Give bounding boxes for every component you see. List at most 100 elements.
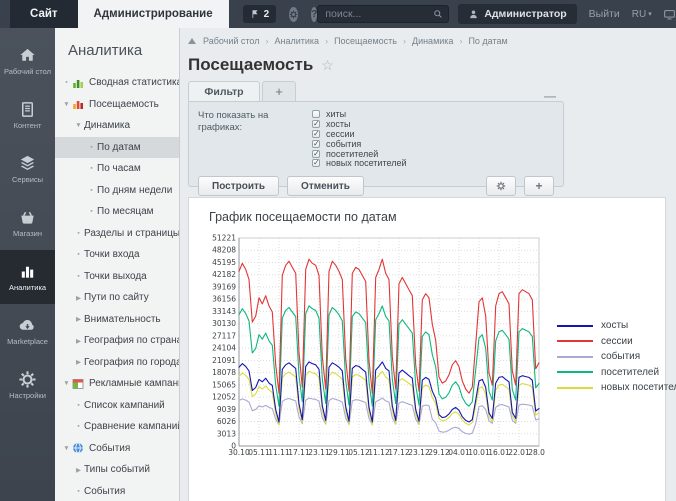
cancel-button[interactable]: Отменить — [287, 176, 364, 196]
user-menu-button[interactable]: Администратор — [458, 4, 576, 24]
menu-item[interactable]: ▶ Пути по сайту — [55, 287, 179, 309]
breadcrumb-item[interactable]: Аналитика › — [275, 36, 329, 46]
menu-item-marker-icon: ▪ — [86, 187, 97, 194]
desktop-icon[interactable] — [188, 38, 196, 44]
topbar: Сайт Администрирование 2 ? Администратор… — [0, 0, 676, 28]
checkbox[interactable]: ✓ — [312, 159, 320, 167]
x-tick-label: 16.01 — [488, 448, 510, 457]
tab-administration[interactable]: Администрирование — [78, 0, 229, 28]
checkbox-row[interactable]: ✓ сессии — [312, 129, 406, 139]
menu-item[interactable]: ▪ По датам — [55, 137, 179, 159]
menu-item-label: Динамика — [84, 120, 130, 131]
checkbox-row[interactable]: ✓ посетителей — [312, 149, 406, 159]
menu-item[interactable]: ▼ События — [55, 438, 179, 460]
breadcrumb-item[interactable]: Посещаемость › — [334, 36, 406, 46]
menu-item[interactable]: ▪ Точки входа — [55, 244, 179, 266]
menu-item-marker-icon: ▪ — [73, 402, 84, 409]
rail-item[interactable]: Сервисы — [0, 142, 55, 196]
search-input[interactable] — [323, 7, 433, 21]
add-filter-tab-button[interactable]: + — [262, 81, 296, 101]
rail-item-icon — [18, 370, 38, 390]
add-filter-field-button[interactable]: + — [524, 176, 554, 196]
breadcrumb-item[interactable]: Рабочий стол › — [203, 36, 269, 46]
menu-item-marker-icon: ▶ — [73, 337, 84, 345]
rail-item[interactable]: Marketplace — [0, 304, 55, 358]
menu-item[interactable]: ▪ Разделы и страницы — [55, 223, 179, 245]
rail-item[interactable]: Контент — [0, 88, 55, 142]
menu-item[interactable]: ▶ География по городам — [55, 352, 179, 374]
checkbox[interactable]: ✓ — [312, 150, 320, 158]
search-icon[interactable] — [433, 9, 443, 19]
rail-item-icon — [18, 100, 38, 120]
menu-item[interactable]: ▶ Внимательность — [55, 309, 179, 331]
breadcrumb-label: Аналитика — [275, 36, 320, 46]
menu-item-marker-icon: ▶ — [73, 294, 84, 302]
rail-item-label: Контент — [14, 122, 42, 131]
settings-circle-button[interactable] — [289, 7, 298, 22]
menu-item[interactable]: ▪ По дням недели — [55, 180, 179, 202]
menu-item[interactable]: ▪ По часам — [55, 158, 179, 180]
tab-site[interactable]: Сайт — [10, 0, 78, 28]
x-tick-label: 11.11 — [268, 448, 290, 457]
checkbox-row[interactable]: ✓ хосты — [312, 119, 406, 129]
menu-item-label: Список кампаний — [84, 400, 165, 411]
notifications-button[interactable]: 2 — [243, 5, 277, 23]
chevron-separator-icon: › — [266, 36, 269, 46]
minimize-filter-icon[interactable]: — — [536, 91, 564, 101]
menu-item-icon — [72, 378, 85, 390]
menu-item-marker-icon: ▪ — [86, 144, 97, 151]
menu-item-marker-icon: ▼ — [61, 445, 72, 452]
legend-item: посетителей — [557, 365, 676, 381]
checkbox-row[interactable]: ✓ новых посетителей — [312, 158, 406, 168]
x-tick-label: 29.11 — [328, 448, 350, 457]
menu-item[interactable]: ▪ Список кампаний — [55, 395, 179, 417]
rail-item[interactable]: Магазин — [0, 196, 55, 250]
menu-item-marker-icon: ▪ — [73, 230, 84, 237]
language-selector[interactable]: RU ▾ — [632, 9, 652, 20]
checkbox[interactable]: ✓ — [312, 130, 320, 138]
chevron-separator-icon: › — [459, 36, 462, 46]
site-view-button[interactable] — [663, 8, 676, 21]
menu-item[interactable]: ▶ География по странам — [55, 330, 179, 352]
y-tick-label: 36156 — [212, 295, 236, 304]
checkbox-row[interactable]: ✓ события — [312, 139, 406, 149]
checkbox[interactable]: ✓ — [312, 140, 320, 148]
build-button[interactable]: Построить — [198, 176, 279, 196]
y-tick-label: 42182 — [212, 270, 236, 279]
favorite-star-icon[interactable]: ☆ — [321, 57, 334, 74]
x-tick-label: 05.12 — [348, 448, 370, 457]
logout-link[interactable]: Выйти — [589, 8, 620, 20]
menu-item-marker-icon: ▪ — [86, 208, 97, 215]
menu-item[interactable]: ▼ Рекламные кампании — [55, 373, 179, 395]
menu-item[interactable]: ▪ Точки выхода — [55, 266, 179, 288]
menu-item[interactable]: ▪ Сводная статистика — [55, 72, 179, 94]
legend-item: хосты — [557, 318, 676, 334]
rail-item[interactable]: Аналитика — [0, 250, 55, 304]
rail-item-icon — [18, 262, 38, 282]
legend-label: хосты — [601, 320, 628, 331]
menu-item[interactable]: ▪ Сравнение кампаний — [55, 416, 179, 438]
rail-item[interactable]: Рабочий стол — [0, 34, 55, 88]
breadcrumb-item[interactable]: По датам › — [468, 36, 507, 46]
menu-item-label: События — [89, 443, 130, 454]
tab-filter[interactable]: Фильтр — [188, 81, 260, 101]
menu-item-label: География по городам — [84, 357, 180, 368]
menu-item[interactable]: ▼ Динамика — [55, 115, 179, 137]
rail-item[interactable]: Настройки — [0, 358, 55, 412]
checkbox-row[interactable]: хиты — [312, 109, 406, 119]
checkbox-list: хиты ✓ хосты ✓ сессии ✓ события — [312, 109, 406, 168]
y-tick-label: 27117 — [212, 331, 236, 340]
menu-item[interactable]: ▪ События — [55, 481, 179, 501]
filter-field-label: Что показать на графиках: — [198, 109, 278, 168]
checkbox-label: хиты — [326, 109, 346, 119]
menu-item[interactable]: ▶ Типы событий — [55, 459, 179, 481]
page-title-row: Посещаемость ☆ — [188, 49, 666, 81]
filter-buttons-row: Построить Отменить + — [198, 176, 554, 196]
menu-item[interactable]: ▼ Посещаемость — [55, 94, 179, 116]
filter-settings-button[interactable] — [486, 176, 516, 196]
checkbox[interactable] — [312, 110, 320, 118]
menu-item[interactable]: ▪ По месяцам — [55, 201, 179, 223]
checkbox[interactable]: ✓ — [312, 120, 320, 128]
breadcrumb-item[interactable]: Динамика › — [412, 36, 462, 46]
x-tick-label: 28.01 — [528, 448, 545, 457]
